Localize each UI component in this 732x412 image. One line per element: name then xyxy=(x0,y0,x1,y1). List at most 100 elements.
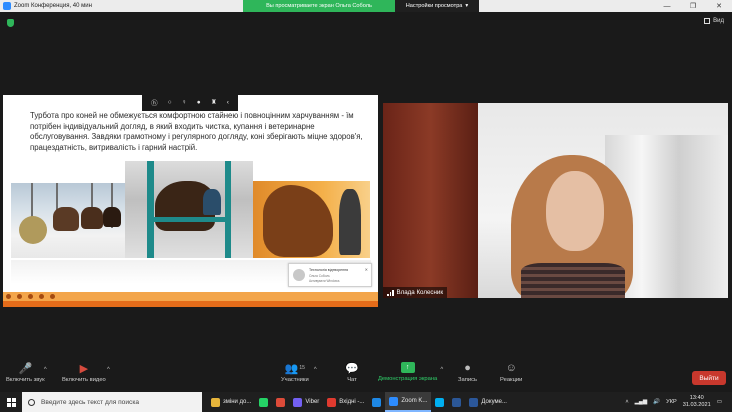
chat-icon: 💬 xyxy=(345,362,359,375)
video-off-icon: ▶ xyxy=(79,362,89,375)
tray-chevron-icon[interactable]: ˄ xyxy=(625,399,628,405)
close-button[interactable]: ✕ xyxy=(706,0,732,12)
microphone-icon[interactable]: ♀ xyxy=(182,99,187,106)
participant-video[interactable]: Влада Колесник xyxy=(383,103,728,298)
system-tray: ˄ ▂▄▆ 🔊 УКР 13:40 31.03.2021 ▭ xyxy=(625,392,732,412)
taskbar-search[interactable]: Введите здесь текст для поиска xyxy=(22,392,202,412)
activation-notice[interactable]: Технологія відтворення Ольга Соболь Акти… xyxy=(288,263,372,287)
taskbar-app-4[interactable]: Вхідні -... xyxy=(323,392,368,412)
slide-pen-icon[interactable] xyxy=(28,294,33,299)
slide-footer-band xyxy=(3,292,378,307)
maximize-button[interactable]: ❐ xyxy=(680,0,706,12)
share-caret-icon[interactable]: ^ xyxy=(440,367,443,373)
view-options-button[interactable]: Настройки просмотра ▾ xyxy=(395,0,479,12)
start-video-button[interactable]: ▶ Включить видео ^ xyxy=(62,362,110,384)
slide-text: Турбота про коней не обмежується комфорт… xyxy=(30,111,363,152)
view-button[interactable]: Вид xyxy=(704,18,724,24)
window-title: Zoom Конференция, 40 мин xyxy=(14,3,92,9)
participants-caret-icon[interactable]: ^ xyxy=(314,367,317,373)
video-options-caret-icon[interactable]: ^ xyxy=(107,367,110,373)
record-icon[interactable]: ● xyxy=(197,99,201,106)
taskbar-app-label: Вхідні -... xyxy=(339,399,365,405)
taskbar-app-icon xyxy=(389,396,399,406)
taskbar-app-label: Докуме... xyxy=(481,399,507,405)
participant-name: Влада Колесник xyxy=(396,289,444,296)
taskbar-app-3[interactable]: Viber xyxy=(289,392,323,412)
zoom-window: Zoom Конференция, 40 мин Вы просматривае… xyxy=(0,0,732,412)
start-video-label: Включить видео xyxy=(62,377,106,383)
window-controls: — ❐ ✕ xyxy=(654,0,732,12)
notifications-icon[interactable]: ▭ xyxy=(717,399,722,405)
volume-icon[interactable]: 🔊 xyxy=(653,399,660,405)
taskbar-app-label: зміни до... xyxy=(223,399,252,405)
share-screen-icon: ↑ xyxy=(400,362,415,373)
taskbar-app-icon xyxy=(259,397,269,407)
zoom-app-icon xyxy=(3,2,11,10)
clock[interactable]: 13:40 31.03.2021 xyxy=(683,395,711,409)
security-shield-icon[interactable] xyxy=(7,19,14,27)
taskbar-app-6[interactable]: Zoom K... xyxy=(385,392,432,412)
clock-time: 13:40 xyxy=(689,395,704,401)
taskbar-app-label: Zoom K... xyxy=(401,398,428,404)
taskbar-app-8[interactable] xyxy=(448,392,465,412)
minimize-button[interactable]: — xyxy=(654,0,680,12)
taskbar-app-9[interactable]: Докуме... xyxy=(465,392,511,412)
grid-icon xyxy=(704,18,711,24)
slide-menu-icon[interactable] xyxy=(50,294,55,299)
search-icon xyxy=(28,398,35,406)
reactions-button[interactable]: ☺ Реакции xyxy=(500,362,522,383)
share-screen-button[interactable]: ↑ Демонстрация экрана ^ xyxy=(378,362,443,382)
view-options-label: Настройки просмотра xyxy=(405,3,463,9)
notice-detail: Активувати Windows xyxy=(309,279,340,283)
taskbar-app-0[interactable]: зміни до... xyxy=(207,392,255,412)
taskbar-app-7[interactable] xyxy=(431,392,448,412)
record-button[interactable]: ● Запись xyxy=(458,362,477,383)
slide-zoom-icon[interactable] xyxy=(39,294,44,299)
taskbar-app-5[interactable] xyxy=(368,392,385,412)
record-label: Запись xyxy=(458,377,478,383)
taskbar-app-icon xyxy=(327,397,337,407)
horse-in-stall-photo xyxy=(125,161,253,258)
taskbar-app-icon xyxy=(435,397,445,407)
audio-options-caret-icon[interactable]: ^ xyxy=(44,367,47,373)
chevron-down-icon: ▾ xyxy=(465,3,469,9)
unmute-label: Включить звук xyxy=(6,377,45,383)
record-icon: ● xyxy=(464,362,471,374)
signal-icon xyxy=(387,289,394,296)
meeting-toolbar: 🎤 Включить звук ^ ▶ Включить видео ^ 👥 1… xyxy=(0,358,732,392)
participants-button[interactable]: 👥 15 Участники ^ xyxy=(281,362,317,384)
presenter-toolbar: ⓗ ○ ♀ ● ♜ ‹ xyxy=(142,93,238,111)
taskbar-app-1[interactable] xyxy=(255,392,272,412)
chat-button[interactable]: 💬 Чат xyxy=(345,362,359,384)
slide-nav-tools xyxy=(6,294,55,299)
meeting-area: Вид Турбота про коней не обмежується ком… xyxy=(0,12,732,358)
notice-avatar xyxy=(293,269,305,281)
slide-prev-icon[interactable] xyxy=(6,294,11,299)
windows-taskbar: Введите здесь текст для поиска зміни до.… xyxy=(0,392,732,412)
taskbar-app-2[interactable] xyxy=(272,392,289,412)
leave-button[interactable]: Выйти xyxy=(692,371,726,385)
network-icon[interactable]: ▂▄▆ xyxy=(635,399,648,405)
hp-logo-icon: ⓗ xyxy=(151,100,158,107)
start-button[interactable] xyxy=(0,392,22,412)
participant-face xyxy=(546,171,604,251)
chevron-left-icon[interactable]: ‹ xyxy=(227,99,229,106)
horse-grooming-photo xyxy=(253,181,370,258)
taskbar-app-icon xyxy=(293,397,303,407)
notice-close-icon[interactable]: ✕ xyxy=(365,267,368,272)
share-screen-label: Демонстрация экрана xyxy=(378,376,438,382)
reactions-icon: ☺ xyxy=(505,362,517,374)
language-indicator[interactable]: УКР xyxy=(666,399,677,405)
unmute-button[interactable]: 🎤 Включить звук ^ xyxy=(6,362,47,384)
windows-logo-icon xyxy=(6,397,16,407)
menu-icon[interactable]: ♜ xyxy=(211,98,217,106)
slide-next-icon[interactable] xyxy=(17,294,22,299)
taskbar-app-icon xyxy=(469,397,479,407)
muted-microphone-icon: 🎤 xyxy=(18,362,33,375)
shared-screen-slide: Турбота про коней не обмежується комфорт… xyxy=(3,95,378,307)
pen-icon[interactable]: ○ xyxy=(168,99,172,106)
share-status: Вы просматриваете экран Ольга Соболь xyxy=(243,0,395,12)
participant-name-tag: Влада Колесник xyxy=(383,287,448,298)
participant-shirt xyxy=(521,263,625,298)
taskbar-apps: зміни до... Viber Вхідні -... Zoom K... Доку… xyxy=(207,392,511,412)
